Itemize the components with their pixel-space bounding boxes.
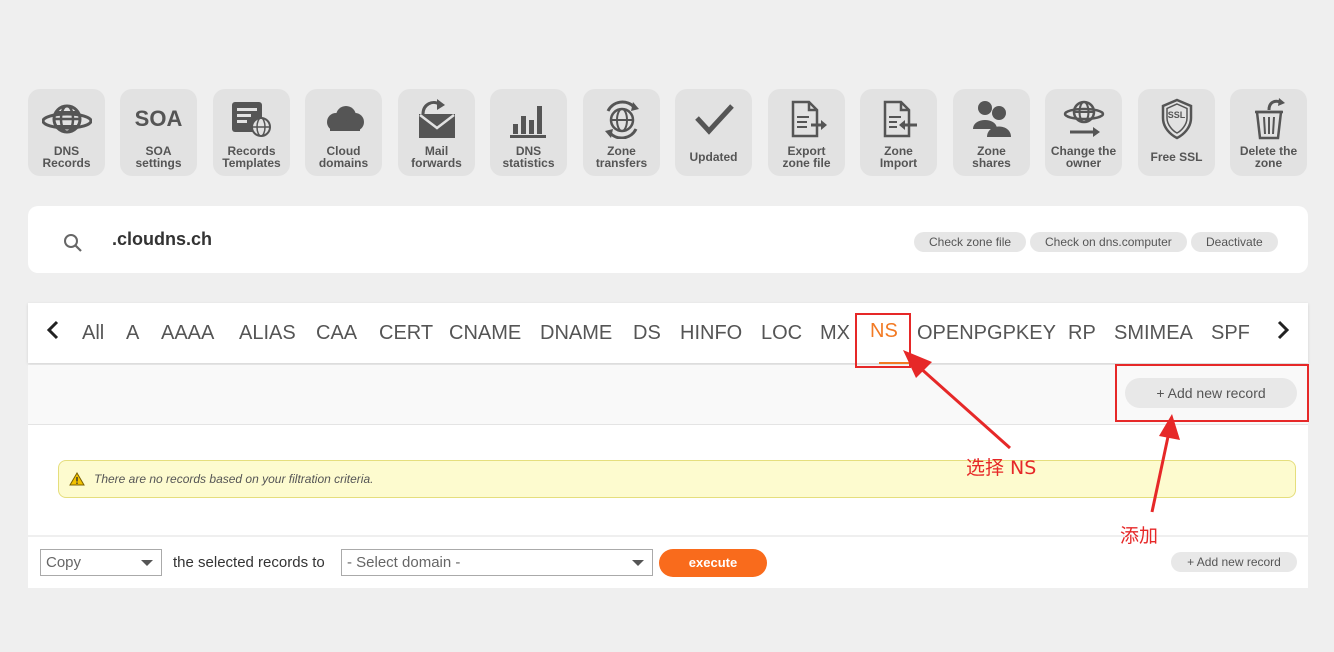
- action-description: the selected records to: [173, 554, 325, 571]
- tool-label: Mail forwards: [411, 144, 462, 170]
- tool-mail-forwards[interactable]: Mail forwards: [398, 89, 475, 176]
- tool-label: Zone shares: [972, 144, 1011, 170]
- tab-hinfo[interactable]: HINFO: [680, 322, 742, 345]
- tool-dns-statistics[interactable]: DNS statistics: [490, 89, 567, 176]
- no-records-alert: There are no records based on your filtr…: [58, 460, 1296, 498]
- add-record-highlight-box: [1115, 364, 1309, 422]
- mail-forward-icon: [415, 95, 459, 143]
- check-zone-file-button[interactable]: Check zone file: [914, 232, 1027, 252]
- tool-label: Zone transfers: [595, 144, 648, 170]
- bulk-action-bar: Copy the selected records to - Select do…: [28, 537, 1308, 588]
- add-new-record-bottom-button[interactable]: + Add new record: [1171, 552, 1297, 572]
- tool-label: Delete the zone: [1239, 144, 1298, 170]
- export-file-icon: [785, 95, 829, 143]
- zone-transfer-icon: [600, 95, 644, 143]
- soa-text-icon: SOA: [134, 106, 183, 131]
- bar-chart-icon: [507, 95, 551, 143]
- template-icon: [230, 95, 274, 143]
- tool-label: Change the owner: [1050, 144, 1117, 170]
- tool-label: Cloud domains: [318, 144, 369, 170]
- action-select[interactable]: Copy: [40, 549, 162, 576]
- trash-icon: [1247, 95, 1291, 143]
- annotation-add: 添加: [1120, 525, 1159, 547]
- zone-header: .cloudns.ch Check zone file Check on dns…: [28, 206, 1308, 273]
- tab-mx[interactable]: MX: [820, 322, 850, 345]
- tab-ds[interactable]: DS: [633, 322, 661, 345]
- tool-records-templates[interactable]: Records Templates: [213, 89, 290, 176]
- users-icon: [970, 95, 1014, 143]
- alert-message: There are no records based on your filtr…: [94, 472, 374, 486]
- domain-select[interactable]: - Select domain -: [341, 549, 653, 576]
- import-file-icon: [877, 95, 921, 143]
- domain-select-value: - Select domain -: [347, 554, 461, 571]
- tool-delete-zone[interactable]: Delete the zone: [1230, 89, 1307, 176]
- change-owner-icon: [1062, 95, 1106, 143]
- tab-rp[interactable]: RP: [1068, 322, 1096, 345]
- tab-cname[interactable]: CNAME: [449, 322, 521, 345]
- tab-loc[interactable]: LOC: [761, 322, 802, 345]
- tool-soa-settings[interactable]: SOA SOA settings: [120, 89, 197, 176]
- tab-smimea[interactable]: SMIMEA: [1114, 322, 1193, 345]
- tabs-prev-arrow-icon[interactable]: [46, 319, 60, 348]
- record-type-tabs: All A AAAA ALIAS CAA CERT CNAME DNAME DS…: [28, 303, 1308, 364]
- tab-caa[interactable]: CAA: [316, 322, 357, 345]
- tool-label: Updated: [689, 150, 738, 164]
- annotation-select-ns: 选择 NS: [966, 457, 1037, 479]
- search-icon[interactable]: [62, 232, 84, 259]
- deactivate-button[interactable]: Deactivate: [1191, 232, 1278, 252]
- action-select-value: Copy: [46, 554, 82, 571]
- tool-label: DNS Records: [42, 144, 91, 170]
- tab-spf[interactable]: SPF: [1211, 322, 1250, 345]
- tab-alias[interactable]: ALIAS: [239, 322, 296, 345]
- tab-all[interactable]: All: [82, 322, 104, 345]
- tool-label: DNS statistics: [502, 144, 555, 170]
- chevron-down-icon: [632, 560, 644, 566]
- warning-icon: [69, 472, 85, 491]
- ssl-shield-icon: SSL: [1155, 95, 1199, 143]
- tab-aaaa[interactable]: AAAA: [161, 322, 214, 345]
- tab-openpgpkey[interactable]: OPENPGPKEY: [917, 322, 1056, 345]
- tool-zone-shares[interactable]: Zone shares: [953, 89, 1030, 176]
- tool-dns-records[interactable]: DNS Records: [28, 89, 105, 176]
- globe-icon: [41, 95, 92, 143]
- tabs-next-arrow-icon[interactable]: [1276, 319, 1290, 348]
- tool-zone-import[interactable]: Zone Import: [860, 89, 937, 176]
- ns-highlight-box: [855, 313, 911, 368]
- cloud-icon: [322, 95, 366, 143]
- tab-dname[interactable]: DNAME: [540, 322, 612, 345]
- tool-updated[interactable]: Updated: [675, 89, 752, 176]
- zone-name: .cloudns.ch: [112, 229, 213, 249]
- tool-label: Export zone file: [782, 144, 831, 170]
- check-dns-computer-button[interactable]: Check on dns.computer: [1030, 232, 1187, 252]
- tool-zone-transfers[interactable]: Zone transfers: [583, 89, 660, 176]
- tool-label: Zone Import: [879, 144, 918, 170]
- tool-label: Records Templates: [222, 144, 281, 170]
- tool-change-owner[interactable]: Change the owner: [1045, 89, 1122, 176]
- tool-label: SOA settings: [135, 144, 182, 170]
- zone-tools: DNS Records SOA SOA settings Records Tem…: [28, 89, 1308, 176]
- checkmark-icon: [692, 95, 736, 143]
- tool-export-zone-file[interactable]: Export zone file: [768, 89, 845, 176]
- execute-button[interactable]: execute: [659, 549, 767, 577]
- tab-cert[interactable]: CERT: [379, 322, 433, 345]
- chevron-down-icon: [141, 560, 153, 566]
- tab-a[interactable]: A: [126, 322, 139, 345]
- tool-label: Free SSL: [1150, 150, 1203, 164]
- tool-free-ssl[interactable]: SSL Free SSL: [1138, 89, 1215, 176]
- tool-cloud-domains[interactable]: Cloud domains: [305, 89, 382, 176]
